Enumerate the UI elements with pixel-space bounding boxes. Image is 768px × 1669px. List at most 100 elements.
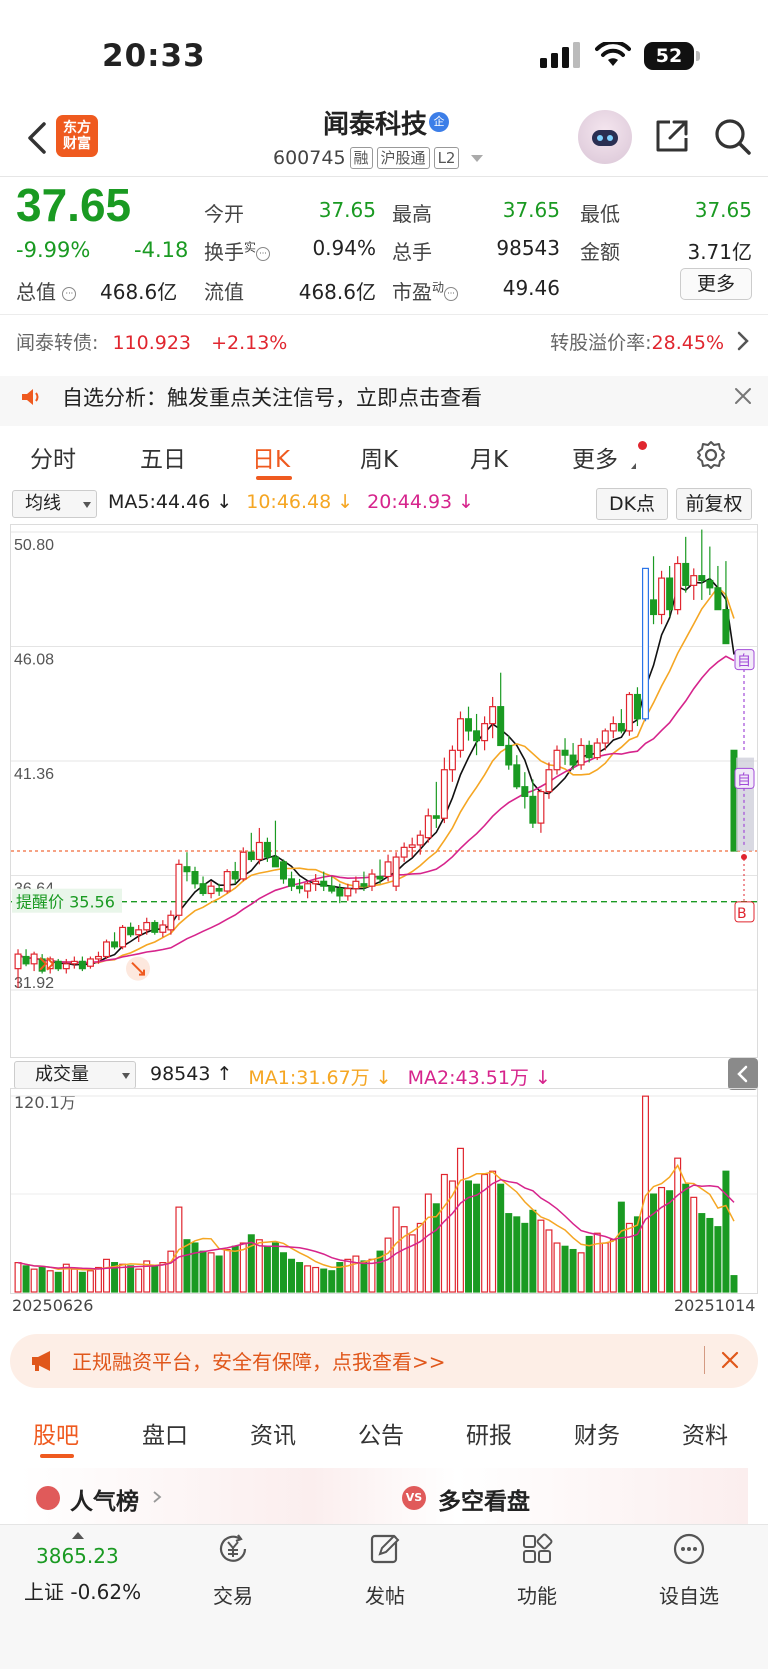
stock-code: 600745: [273, 147, 346, 169]
volume-bar: [537, 1219, 545, 1293]
nav-functions[interactable]: 功能: [492, 1532, 582, 1609]
convertible-bond-row[interactable]: 闻泰转债: 110.923 +2.13%: [16, 328, 287, 355]
more-quote-button[interactable]: 更多: [680, 268, 752, 300]
index-label[interactable]: 上证 -0.62%: [24, 1576, 141, 1605]
premium-row[interactable]: 转股溢价率:28.45%: [550, 328, 724, 355]
quote-label-2: 最低: [580, 202, 620, 226]
chevron-down-icon[interactable]: [471, 154, 484, 162]
candle-body: [119, 926, 127, 948]
volume-bar: [633, 1216, 641, 1293]
chart-tab-5[interactable]: 更多: [572, 440, 618, 474]
chart-tab-2[interactable]: 日K: [252, 440, 290, 474]
candle-body: [304, 883, 312, 892]
candle-body: [14, 953, 22, 970]
assistant-robot-icon[interactable]: [578, 110, 632, 164]
chevron-right-icon[interactable]: [735, 330, 751, 352]
candle-body: [135, 929, 143, 936]
volume-bar: [529, 1209, 537, 1293]
volume-bar: [22, 1265, 30, 1293]
volume-bar: [304, 1265, 312, 1293]
candlestick-chart[interactable]: 50.8046.0841.3636.6431.92提醒价 35.56自自B: [10, 524, 758, 1058]
quote-sup: 实: [244, 240, 257, 255]
volume-bar: [38, 1266, 46, 1293]
nav-trade[interactable]: 交易: [188, 1532, 278, 1609]
gear-icon[interactable]: [696, 440, 726, 470]
nav-post[interactable]: 发帖: [340, 1532, 430, 1609]
volume-bar: [223, 1248, 231, 1293]
candle-body: [633, 693, 641, 720]
content-tab-3[interactable]: 公告: [358, 1416, 404, 1450]
candle-body: [312, 880, 320, 885]
quote-label-1: 最高: [392, 202, 432, 226]
collapse-panel-button[interactable]: [728, 1058, 758, 1090]
notice-text[interactable]: 自选分析：触发重点关注信号，立即点击查看: [62, 382, 482, 412]
content-tab-2[interactable]: 资讯: [250, 1416, 296, 1450]
edit-icon: [370, 1534, 400, 1564]
volume-chart[interactable]: 120.1万: [10, 1088, 758, 1294]
chart-tab-0[interactable]: 分时: [30, 440, 76, 474]
volume-bar: [263, 1245, 271, 1293]
chart-tab-1[interactable]: 五日: [140, 440, 186, 474]
volume-bar: [119, 1263, 127, 1293]
search-icon[interactable]: [712, 116, 752, 156]
candle-body: [30, 953, 38, 965]
x-axis-end-date: 20251014: [674, 1296, 756, 1315]
candle-body: [625, 693, 633, 732]
info-icon[interactable]: ···: [256, 246, 271, 261]
popularity-rank-link[interactable]: 人气榜: [70, 1482, 139, 1516]
index-value[interactable]: 3865.23: [36, 1544, 119, 1568]
app-logo[interactable]: 东方 财富: [56, 115, 98, 157]
enterprise-badge: 企: [429, 112, 449, 132]
chevron-right-icon[interactable]: [152, 1490, 162, 1504]
volume-bar: [288, 1258, 296, 1293]
candle-body: [577, 744, 585, 766]
volume-bar: [312, 1266, 320, 1293]
dk-point-button[interactable]: DK点: [596, 488, 668, 520]
quote-value-4: 98543: [496, 236, 560, 260]
content-tab-0[interactable]: 股吧: [33, 1416, 79, 1450]
promo-text[interactable]: 正规融资平台，安全有保障，点我查看>>: [72, 1346, 446, 1375]
info-icon[interactable]: ···: [62, 286, 77, 301]
info-icon[interactable]: ···: [444, 286, 459, 301]
volume-indicator-select[interactable]: 成交量: [14, 1061, 136, 1089]
back-icon[interactable]: [22, 118, 54, 158]
nav-add-watchlist[interactable]: 设自选: [644, 1532, 734, 1609]
candle-body: [658, 577, 666, 616]
bull-bear-link[interactable]: 多空看盘: [438, 1482, 530, 1516]
content-tab-4[interactable]: 研报: [466, 1416, 512, 1450]
candle-body: [521, 786, 529, 798]
volume-bar: [690, 1196, 698, 1293]
candle-body: [601, 730, 609, 744]
chart-tab-3[interactable]: 周K: [360, 440, 398, 474]
candle-body: [368, 873, 376, 887]
content-tab-1[interactable]: 盘口: [142, 1416, 188, 1450]
candle-body: [432, 815, 440, 819]
candle-body: [722, 609, 730, 645]
content-tab-6[interactable]: 资料: [682, 1416, 728, 1450]
volume-bar: [706, 1217, 714, 1293]
chart-tab-4[interactable]: 月K: [470, 440, 508, 474]
quote-label-7: 市盈动 ···: [392, 276, 459, 305]
volume-bar: [271, 1242, 279, 1293]
candle-body: [86, 958, 94, 967]
adjust-button[interactable]: 前复权: [676, 488, 752, 520]
stock-code-row[interactable]: 600745 融 沪股通 L2: [273, 147, 484, 169]
candle-body: [545, 769, 553, 793]
candle-body: [585, 744, 593, 759]
volume-bar: [513, 1216, 521, 1293]
indicator-select[interactable]: 均线: [12, 490, 97, 518]
volume-bar: [593, 1232, 601, 1293]
close-icon[interactable]: [733, 386, 753, 406]
alert-price-label: 提醒价 35.56: [16, 893, 115, 912]
candle-body: [489, 706, 497, 725]
volume-bar: [569, 1248, 577, 1293]
volume-bar: [730, 1275, 738, 1293]
candle-body: [641, 567, 649, 720]
expand-up-icon[interactable]: [72, 1532, 84, 1539]
close-icon[interactable]: [721, 1351, 739, 1369]
candle-body: [191, 871, 199, 885]
content-tab-5[interactable]: 财务: [574, 1416, 620, 1450]
volume-bar: [609, 1239, 617, 1293]
share-icon[interactable]: [652, 116, 692, 156]
megaphone-icon: [32, 1351, 50, 1371]
